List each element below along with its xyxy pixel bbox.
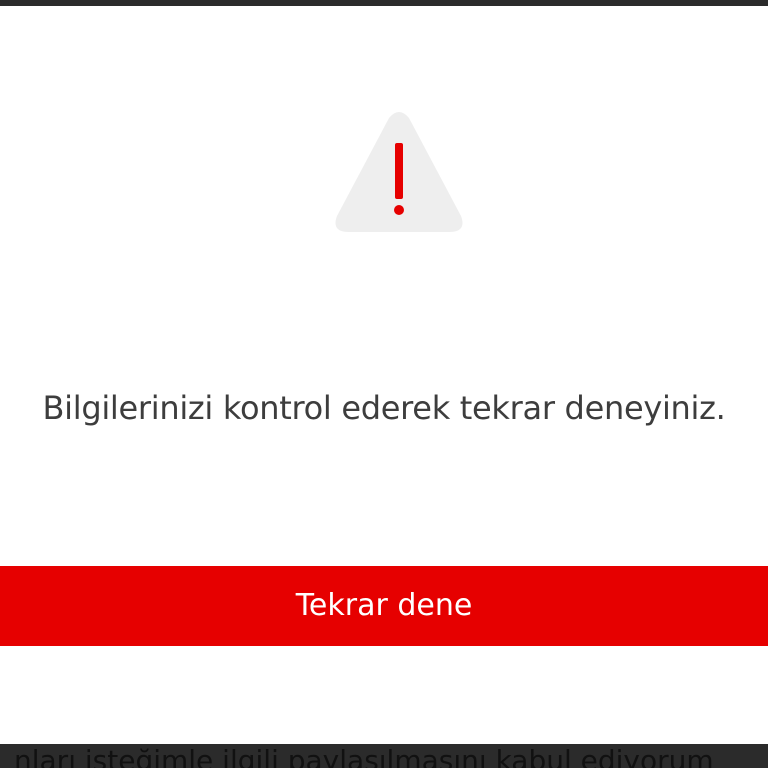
retry-button[interactable]: Tekrar dene [0, 566, 768, 646]
screen: Bilgilerinizi kontrol ederek tekrar dene… [0, 0, 768, 768]
background-page-peek: nları isteğimle ilgili paylaşılmasını ka… [0, 744, 768, 768]
error-message: Bilgilerinizi kontrol ederek tekrar dene… [42, 389, 726, 427]
background-consent-text: nları isteğimle ilgili paylaşılmasını ka… [14, 744, 714, 768]
warning-triangle-icon [335, 112, 463, 232]
